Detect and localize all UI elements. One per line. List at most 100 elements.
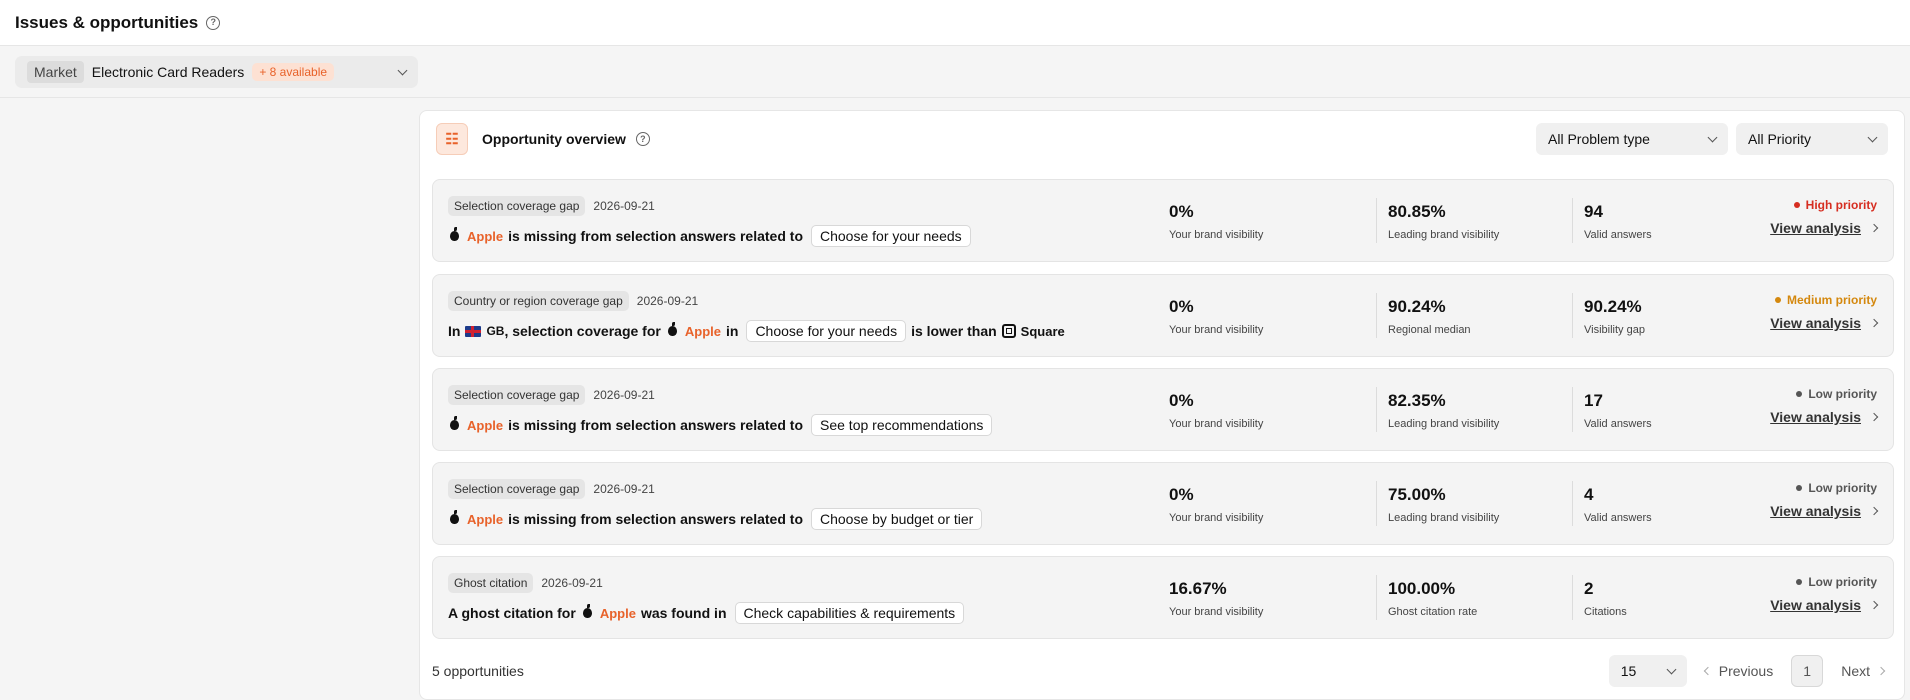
competitor-name: Square — [1020, 323, 1065, 339]
metric-tertiary: 17 Valid answers — [1572, 387, 1732, 432]
priority-badge: High priority — [1793, 198, 1877, 212]
view-analysis-link[interactable]: View analysis — [1770, 315, 1879, 331]
priority-label: High priority — [1805, 198, 1877, 212]
metric-label: Leading brand visibility — [1388, 418, 1500, 430]
opportunity-panel: ☷ Opportunity overview ? All Problem typ… — [419, 110, 1905, 700]
date: 2026-09-21 — [636, 294, 699, 308]
market-select[interactable]: Market Electronic Card Readers + 8 avail… — [15, 56, 418, 88]
main-content: ☷ Opportunity overview ? All Problem typ… — [0, 98, 1910, 700]
problem-type-select[interactable]: All Problem type — [1536, 123, 1728, 155]
pagination-footer: 5 opportunities 15 Previous 1 Next — [432, 654, 1892, 688]
metric-value: 16.67% — [1169, 579, 1227, 598]
apple-icon — [667, 322, 677, 336]
metric-brand-visibility: 0% Your brand visibility — [1169, 275, 1369, 358]
opportunity-description: Apple is missing from selection answers … — [448, 508, 983, 530]
page-size-select[interactable]: 15 — [1608, 655, 1687, 687]
view-analysis-label: View analysis — [1770, 409, 1861, 425]
date: 2026-09-21 — [593, 482, 655, 496]
problem-type-tag: Ghost citation — [448, 573, 534, 593]
brand-name: Apple — [467, 417, 504, 433]
priority-select[interactable]: All Priority — [1736, 123, 1888, 155]
description-text: is missing from selection answers relate… — [508, 228, 803, 244]
priority-badge: Low priority — [1796, 481, 1877, 495]
metric-tertiary: 94 Valid answers — [1572, 198, 1732, 243]
opportunity-description: Apple is missing from selection answers … — [448, 225, 971, 247]
priority-value: All Priority — [1748, 131, 1812, 147]
date: 2026-09-21 — [593, 199, 655, 213]
metric-label: Your brand visibility — [1169, 418, 1264, 430]
problem-type-tag: Country or region coverage gap — [448, 291, 629, 311]
brand-name: Apple — [467, 228, 504, 244]
opportunity-description: In GB, selection coverage for Apple in C… — [448, 320, 1065, 342]
metric-brand-visibility: 0% Your brand visibility — [1169, 463, 1369, 546]
opportunity-description: Apple is missing from selection answers … — [448, 414, 993, 436]
topic-chip: Choose for your needs — [811, 225, 971, 247]
apple-icon — [582, 604, 592, 618]
metric-secondary: 75.00% Leading brand visibility — [1376, 481, 1566, 526]
metric-value: 0% — [1169, 297, 1194, 316]
metric-value: 100.00% — [1388, 579, 1456, 598]
view-analysis-label: View analysis — [1770, 220, 1861, 236]
chevron-right-icon — [1869, 600, 1879, 610]
priority-badge: Low priority — [1796, 387, 1877, 401]
square-logo-icon — [1001, 324, 1016, 338]
priority-label: Low priority — [1808, 575, 1877, 589]
description-text: , selection coverage for — [504, 323, 661, 339]
help-icon[interactable]: ? — [206, 15, 221, 30]
metric-value: 94 — [1584, 202, 1603, 221]
available-badge[interactable]: + 8 available — [252, 63, 335, 81]
view-analysis-label: View analysis — [1770, 315, 1861, 331]
chevron-right-icon — [1869, 412, 1879, 422]
problem-type-tag: Selection coverage gap — [448, 196, 586, 216]
view-analysis-link[interactable]: View analysis — [1770, 220, 1879, 236]
panel-header: ☷ Opportunity overview ? All Problem typ… — [420, 111, 1904, 167]
description-prefix: A ghost citation for — [448, 605, 576, 621]
view-analysis-link[interactable]: View analysis — [1770, 503, 1879, 519]
metric-label: Valid answers — [1584, 512, 1652, 524]
help-icon[interactable]: ? — [635, 132, 650, 146]
topic-chip: Choose for your needs — [746, 320, 907, 342]
description-text: is lower than — [911, 323, 997, 339]
opportunity-description: A ghost citation for Apple was found in … — [448, 602, 965, 624]
view-analysis-link[interactable]: View analysis — [1770, 409, 1879, 425]
view-analysis-label: View analysis — [1770, 503, 1861, 519]
metric-label: Leading brand visibility — [1388, 229, 1500, 241]
view-analysis-link[interactable]: View analysis — [1770, 597, 1879, 613]
description-text: in — [725, 323, 739, 339]
previous-page-button[interactable]: Previous — [1697, 663, 1781, 679]
metric-value: 0% — [1169, 202, 1194, 221]
metric-value: 90.24% — [1388, 297, 1446, 316]
metric-brand-visibility: 0% Your brand visibility — [1169, 180, 1369, 263]
metric-value: 2 — [1584, 579, 1594, 598]
topic-chip: Check capabilities & requirements — [734, 602, 965, 624]
next-page-button[interactable]: Next — [1833, 663, 1892, 679]
metric-label: Citations — [1584, 606, 1627, 618]
description-text: was found in — [640, 605, 727, 621]
date: 2026-09-21 — [541, 576, 603, 590]
panel-title: Opportunity overview — [482, 131, 626, 147]
next-label: Next — [1841, 663, 1870, 679]
metric-label: Your brand visibility — [1169, 324, 1264, 336]
opportunity-card: Ghost citation 2026-09-21 A ghost citati… — [432, 556, 1894, 639]
page-number-button[interactable]: 1 — [1791, 655, 1824, 687]
metric-tertiary: 2 Citations — [1572, 575, 1732, 620]
brand-name: Apple — [599, 605, 636, 621]
description-text: is missing from selection answers relate… — [508, 417, 803, 433]
opportunity-card: Country or region coverage gap 2026-09-2… — [432, 274, 1894, 357]
metric-value: 75.00% — [1388, 485, 1446, 504]
priority-dot-icon — [1796, 485, 1803, 491]
metric-value: 0% — [1169, 485, 1194, 504]
metric-label: Valid answers — [1584, 229, 1652, 241]
metric-secondary: 100.00% Ghost citation rate — [1376, 575, 1566, 620]
opportunity-card: Selection coverage gap 2026-09-21 Apple … — [432, 368, 1894, 451]
metric-value: 82.35% — [1388, 391, 1446, 410]
metric-value: 4 — [1584, 485, 1594, 504]
metric-secondary: 80.85% Leading brand visibility — [1376, 198, 1566, 243]
market-value: Electronic Card Readers — [91, 64, 245, 80]
priority-label: Low priority — [1808, 481, 1877, 495]
priority-dot-icon — [1793, 202, 1800, 208]
metric-label: Visibility gap — [1584, 324, 1645, 336]
opportunity-card: Selection coverage gap 2026-09-21 Apple … — [432, 462, 1894, 545]
checklist-icon: ☷ — [436, 123, 468, 155]
view-analysis-label: View analysis — [1770, 597, 1861, 613]
